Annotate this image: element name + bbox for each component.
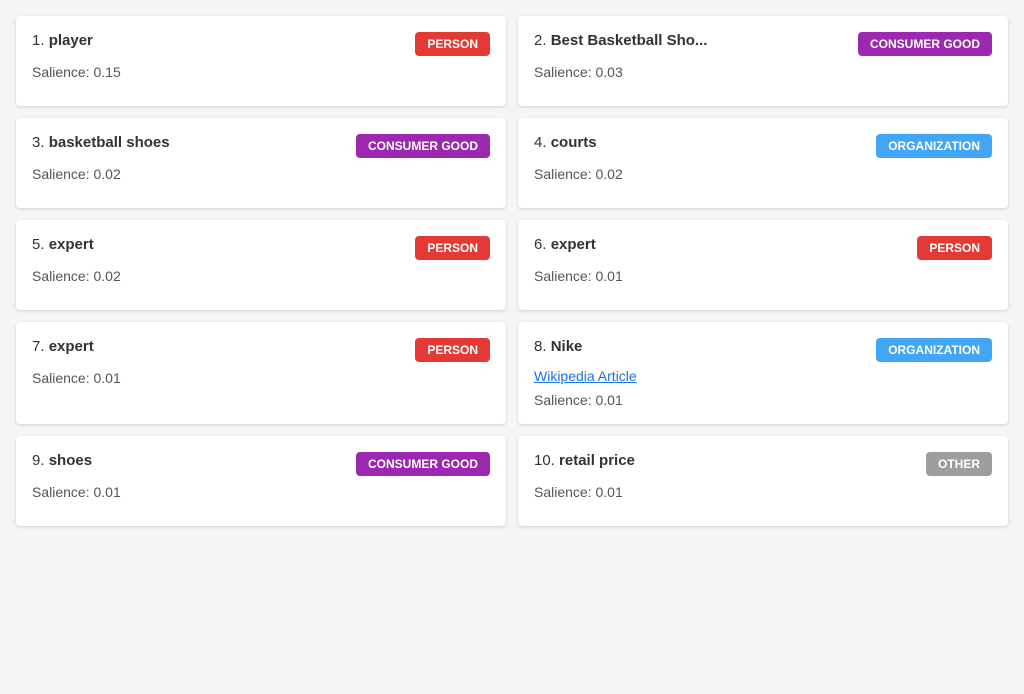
salience-line: Salience: 0.01	[534, 268, 992, 284]
card-title: 7. expert	[32, 338, 415, 355]
salience-label: Salience:	[32, 64, 90, 80]
card-header: 10. retail price OTHER	[534, 452, 992, 476]
card-header: 2. Best Basketball Sho... CONSUMER GOOD	[534, 32, 992, 56]
salience-label: Salience:	[32, 484, 90, 500]
entity-badge: ORGANIZATION	[876, 338, 992, 362]
card-title: 2. Best Basketball Sho...	[534, 32, 858, 49]
card-header: 5. expert PERSON	[32, 236, 490, 260]
entity-card-6: 6. expert PERSON Salience: 0.01	[518, 220, 1008, 310]
wikipedia-link[interactable]: Wikipedia Article	[534, 368, 992, 384]
entity-badge: PERSON	[415, 338, 490, 362]
card-title: 5. expert	[32, 236, 415, 253]
salience-label: Salience:	[534, 392, 592, 408]
salience-line: Salience: 0.02	[32, 166, 490, 182]
salience-value: 0.02	[595, 166, 622, 182]
salience-line: Salience: 0.15	[32, 64, 490, 80]
salience-line: Salience: 0.02	[534, 166, 992, 182]
salience-value: 0.01	[595, 484, 622, 500]
entity-badge: CONSUMER GOOD	[356, 452, 490, 476]
card-header: 9. shoes CONSUMER GOOD	[32, 452, 490, 476]
salience-label: Salience:	[534, 484, 592, 500]
entity-name: expert	[551, 236, 596, 253]
card-header: 4. courts ORGANIZATION	[534, 134, 992, 158]
entity-badge: CONSUMER GOOD	[356, 134, 490, 158]
card-header: 7. expert PERSON	[32, 338, 490, 362]
salience-line: Salience: 0.03	[534, 64, 992, 80]
card-title: 9. shoes	[32, 452, 356, 469]
entity-badge: PERSON	[917, 236, 992, 260]
card-number: 7.	[32, 338, 45, 355]
card-title: 4. courts	[534, 134, 876, 151]
salience-line: Salience: 0.02	[32, 268, 490, 284]
entity-name: basketball shoes	[49, 134, 170, 151]
card-header: 1. player PERSON	[32, 32, 490, 56]
entity-name: player	[49, 32, 93, 49]
salience-label: Salience:	[32, 268, 90, 284]
salience-value: 0.03	[595, 64, 622, 80]
card-number: 10.	[534, 452, 555, 469]
entity-name: expert	[49, 338, 94, 355]
card-number: 4.	[534, 134, 547, 151]
card-title: 8. Nike	[534, 338, 876, 355]
entity-card-4: 4. courts ORGANIZATION Salience: 0.02	[518, 118, 1008, 208]
entity-name: shoes	[49, 452, 92, 469]
entity-name: expert	[49, 236, 94, 253]
salience-line: Salience: 0.01	[32, 370, 490, 386]
salience-label: Salience:	[32, 166, 90, 182]
entity-grid: 1. player PERSON Salience: 0.15 2. Best …	[16, 16, 1008, 526]
card-title: 1. player	[32, 32, 415, 49]
salience-label: Salience:	[32, 370, 90, 386]
entity-name: retail price	[559, 452, 635, 469]
salience-value: 0.01	[93, 484, 120, 500]
entity-name: Nike	[551, 338, 583, 355]
salience-value: 0.02	[93, 268, 120, 284]
entity-badge: PERSON	[415, 32, 490, 56]
salience-value: 0.01	[595, 268, 622, 284]
card-number: 5.	[32, 236, 45, 253]
entity-card-2: 2. Best Basketball Sho... CONSUMER GOOD …	[518, 16, 1008, 106]
card-number: 6.	[534, 236, 547, 253]
salience-label: Salience:	[534, 268, 592, 284]
entity-card-3: 3. basketball shoes CONSUMER GOOD Salien…	[16, 118, 506, 208]
entity-badge: ORGANIZATION	[876, 134, 992, 158]
entity-card-5: 5. expert PERSON Salience: 0.02	[16, 220, 506, 310]
card-header: 3. basketball shoes CONSUMER GOOD	[32, 134, 490, 158]
card-title: 3. basketball shoes	[32, 134, 356, 151]
card-number: 3.	[32, 134, 45, 151]
salience-value: 0.15	[93, 64, 120, 80]
entity-badge: PERSON	[415, 236, 490, 260]
salience-label: Salience:	[534, 64, 592, 80]
card-number: 1.	[32, 32, 45, 49]
entity-name: Best Basketball Sho...	[551, 32, 708, 49]
card-title: 10. retail price	[534, 452, 926, 469]
card-header: 8. Nike ORGANIZATION	[534, 338, 992, 362]
card-number: 8.	[534, 338, 547, 355]
entity-badge: OTHER	[926, 452, 992, 476]
entity-card-7: 7. expert PERSON Salience: 0.01	[16, 322, 506, 424]
salience-value: 0.01	[93, 370, 120, 386]
salience-value: 0.02	[93, 166, 120, 182]
card-title: 6. expert	[534, 236, 917, 253]
entity-card-1: 1. player PERSON Salience: 0.15	[16, 16, 506, 106]
entity-name: courts	[551, 134, 597, 151]
salience-line: Salience: 0.01	[534, 484, 992, 500]
salience-label: Salience:	[534, 166, 592, 182]
salience-line: Salience: 0.01	[534, 392, 992, 408]
entity-card-10: 10. retail price OTHER Salience: 0.01	[518, 436, 1008, 526]
salience-value: 0.01	[595, 392, 622, 408]
salience-line: Salience: 0.01	[32, 484, 490, 500]
entity-card-8: 8. Nike ORGANIZATION Wikipedia Article S…	[518, 322, 1008, 424]
card-header: 6. expert PERSON	[534, 236, 992, 260]
entity-card-9: 9. shoes CONSUMER GOOD Salience: 0.01	[16, 436, 506, 526]
card-number: 9.	[32, 452, 45, 469]
card-number: 2.	[534, 32, 547, 49]
entity-badge: CONSUMER GOOD	[858, 32, 992, 56]
